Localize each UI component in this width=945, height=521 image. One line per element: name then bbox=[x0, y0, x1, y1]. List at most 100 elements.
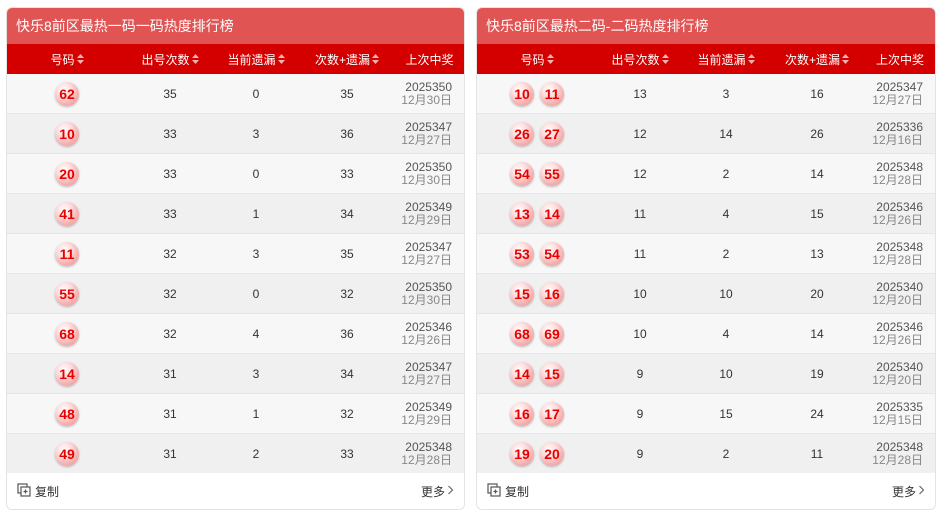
header-number[interactable]: 号码 bbox=[477, 51, 597, 68]
count-plus-miss-cell: 19 bbox=[810, 366, 824, 381]
table-row: 14 15 9 10 19 2025340 12月20日 bbox=[477, 354, 935, 394]
last-win-date: 12月16日 bbox=[872, 132, 923, 147]
last-win-cell: 2025347 12月27日 bbox=[395, 240, 464, 267]
sort-icon bbox=[372, 54, 379, 64]
number-cell: 10 bbox=[7, 121, 127, 146]
number-ball: 62 bbox=[55, 81, 79, 106]
count-plus-miss-cell: 34 bbox=[340, 366, 354, 381]
header-label: 号码 bbox=[50, 52, 75, 67]
more-link[interactable]: 更多 bbox=[892, 483, 925, 500]
more-link[interactable]: 更多 bbox=[421, 483, 454, 500]
count-cell: 11 bbox=[633, 246, 647, 261]
count-plus-miss-cell: 16 bbox=[810, 86, 824, 101]
table-row: 68 69 10 4 14 2025346 12月26日 bbox=[477, 314, 935, 354]
count-plus-miss-cell: 15 bbox=[810, 206, 824, 221]
copy-button[interactable]: 复制 bbox=[17, 482, 59, 500]
number-ball: 53 bbox=[510, 241, 534, 266]
last-win-cell: 2025348 12月28日 bbox=[395, 440, 464, 467]
last-win-issue: 2025349 bbox=[405, 399, 452, 414]
last-win-date: 12月20日 bbox=[872, 292, 923, 307]
table-row: 68 32 4 36 2025346 12月26日 bbox=[7, 314, 464, 354]
sort-icon bbox=[191, 54, 199, 64]
table-row: 54 55 12 2 14 2025348 12月28日 bbox=[477, 154, 935, 194]
current-miss-cell: 2 bbox=[252, 446, 260, 461]
table-body: 62 35 0 35 2025350 12月30日 10 33 3 36 2025347 12月27日… bbox=[7, 74, 464, 474]
header-last-win: 上次中奖 bbox=[865, 51, 935, 68]
number-cell: 13 14 bbox=[477, 201, 597, 226]
last-win-date: 12月27日 bbox=[401, 132, 452, 147]
last-win-issue: 2025348 bbox=[876, 439, 923, 454]
current-miss-cell: 0 bbox=[252, 166, 260, 181]
last-win-cell: 2025340 12月20日 bbox=[865, 360, 935, 387]
number-cell: 53 54 bbox=[477, 241, 597, 266]
number-cell: 11 bbox=[7, 241, 127, 266]
header-count-plus-miss[interactable]: 次数+遗漏 bbox=[769, 51, 865, 68]
number-cell: 10 11 bbox=[477, 81, 597, 106]
last-win-issue: 2025346 bbox=[876, 199, 923, 214]
table-row: 19 20 9 2 11 2025348 12月28日 bbox=[477, 434, 935, 474]
number-cell: 26 27 bbox=[477, 121, 597, 146]
copy-label: 复制 bbox=[505, 484, 530, 499]
last-win-cell: 2025350 12月30日 bbox=[395, 80, 464, 107]
count-cell: 12 bbox=[633, 166, 647, 181]
header-count[interactable]: 出号次数 bbox=[597, 51, 683, 68]
table-row: 55 32 0 32 2025350 12月30日 bbox=[7, 274, 464, 314]
table-row: 10 33 3 36 2025347 12月27日 bbox=[7, 114, 464, 154]
table-row: 53 54 11 2 13 2025348 12月28日 bbox=[477, 234, 935, 274]
count-cell: 10 bbox=[633, 286, 647, 301]
last-win-date: 12月20日 bbox=[872, 372, 923, 387]
number-ball: 17 bbox=[540, 401, 564, 426]
number-cell: 15 16 bbox=[477, 281, 597, 306]
count-cell: 35 bbox=[163, 86, 177, 101]
count-plus-miss-cell: 24 bbox=[810, 406, 824, 421]
table-row: 26 27 12 14 26 2025336 12月16日 bbox=[477, 114, 935, 154]
table-row: 11 32 3 35 2025347 12月27日 bbox=[7, 234, 464, 274]
number-cell: 62 bbox=[7, 81, 127, 106]
number-cell: 48 bbox=[7, 401, 127, 426]
number-ball: 14 bbox=[510, 361, 534, 386]
number-ball: 49 bbox=[55, 441, 79, 466]
table-row: 10 11 13 3 16 2025347 12月27日 bbox=[477, 74, 935, 114]
chevron-right-icon bbox=[918, 484, 925, 498]
table-row: 16 17 9 15 24 2025335 12月15日 bbox=[477, 394, 935, 434]
number-ball: 10 bbox=[510, 81, 534, 106]
last-win-issue: 2025347 bbox=[876, 79, 923, 94]
last-win-issue: 2025350 bbox=[405, 279, 452, 294]
last-win-date: 12月29日 bbox=[401, 412, 452, 427]
count-plus-miss-cell: 35 bbox=[340, 246, 354, 261]
current-miss-cell: 3 bbox=[252, 126, 260, 141]
last-win-date: 12月26日 bbox=[872, 212, 923, 227]
current-miss-cell: 14 bbox=[719, 126, 733, 141]
sort-icon bbox=[546, 54, 554, 64]
more-label: 更多 bbox=[891, 484, 916, 499]
table-header: 号码 出号次数 当前遗漏 次数+遗漏 上次中奖 bbox=[477, 44, 935, 74]
last-win-cell: 2025347 12月27日 bbox=[395, 120, 464, 147]
last-win-cell: 2025340 12月20日 bbox=[865, 280, 935, 307]
sort-icon bbox=[76, 54, 84, 64]
count-plus-miss-cell: 13 bbox=[810, 246, 824, 261]
last-win-date: 12月30日 bbox=[401, 292, 452, 307]
copy-button[interactable]: 复制 bbox=[487, 482, 530, 500]
header-count-plus-miss[interactable]: 次数+遗漏 bbox=[299, 51, 395, 68]
current-miss-cell: 0 bbox=[252, 86, 260, 101]
number-ball: 20 bbox=[55, 161, 79, 186]
number-ball: 11 bbox=[55, 241, 79, 266]
header-current-miss[interactable]: 当前遗漏 bbox=[213, 51, 299, 68]
number-cell: 20 bbox=[7, 161, 127, 186]
header-count[interactable]: 出号次数 bbox=[127, 51, 213, 68]
count-cell: 9 bbox=[636, 446, 644, 461]
count-cell: 33 bbox=[163, 126, 177, 141]
last-win-cell: 2025349 12月29日 bbox=[395, 200, 464, 227]
header-number[interactable]: 号码 bbox=[7, 51, 127, 68]
count-plus-miss-cell: 11 bbox=[810, 446, 824, 461]
header-current-miss[interactable]: 当前遗漏 bbox=[683, 51, 769, 68]
panel-footer: 复制 更多 bbox=[477, 473, 935, 509]
number-cell: 14 15 bbox=[477, 361, 597, 386]
number-ball: 48 bbox=[55, 401, 79, 426]
number-ball: 16 bbox=[540, 281, 564, 306]
count-plus-miss-cell: 32 bbox=[340, 286, 354, 301]
sort-icon bbox=[277, 54, 285, 64]
last-win-date: 12月28日 bbox=[872, 252, 923, 267]
count-cell: 10 bbox=[633, 326, 647, 341]
last-win-issue: 2025348 bbox=[876, 239, 923, 254]
